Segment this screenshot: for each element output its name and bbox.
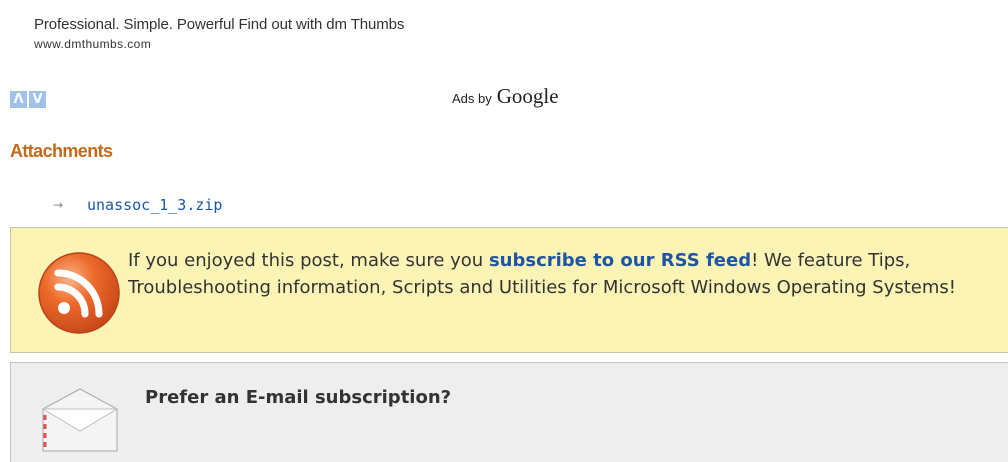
ad-title-link[interactable]: Professional. Simple. Powerful Find out … xyxy=(34,16,404,33)
google-logo: Google xyxy=(496,84,559,108)
rss-promo-text: If you enjoyed this post, make sure you … xyxy=(128,247,1008,301)
rss-promo-box: If you enjoyed this post, make sure you … xyxy=(10,227,1008,353)
ads-by-label: Ads by xyxy=(452,91,492,106)
email-subscription-title: Prefer an E-mail subscription? xyxy=(145,387,452,408)
rss-icon[interactable] xyxy=(37,251,121,335)
ad-next-button[interactable]: V xyxy=(29,91,46,108)
arrow-icon: → xyxy=(53,198,64,212)
ad-url[interactable]: www.dmthumbs.com xyxy=(34,37,404,51)
rss-text-before: If you enjoyed this post, make sure you xyxy=(128,250,489,271)
email-promo-box: Prefer an E-mail subscription? xyxy=(10,362,1008,462)
subscribe-rss-link[interactable]: subscribe to our RSS feed xyxy=(489,250,751,271)
envelope-icon xyxy=(41,388,119,452)
ads-by-google[interactable]: Ads by Google xyxy=(452,84,559,109)
attachment-item: → unassoc_1_3.zip xyxy=(53,196,222,214)
attachment-link[interactable]: unassoc_1_3.zip xyxy=(87,196,222,214)
text-ad: Professional. Simple. Powerful Find out … xyxy=(34,16,404,51)
ad-prev-button[interactable]: Λ xyxy=(10,91,27,108)
ad-nav-arrows: Λ V xyxy=(10,91,46,108)
attachments-heading: Attachments xyxy=(10,141,113,161)
